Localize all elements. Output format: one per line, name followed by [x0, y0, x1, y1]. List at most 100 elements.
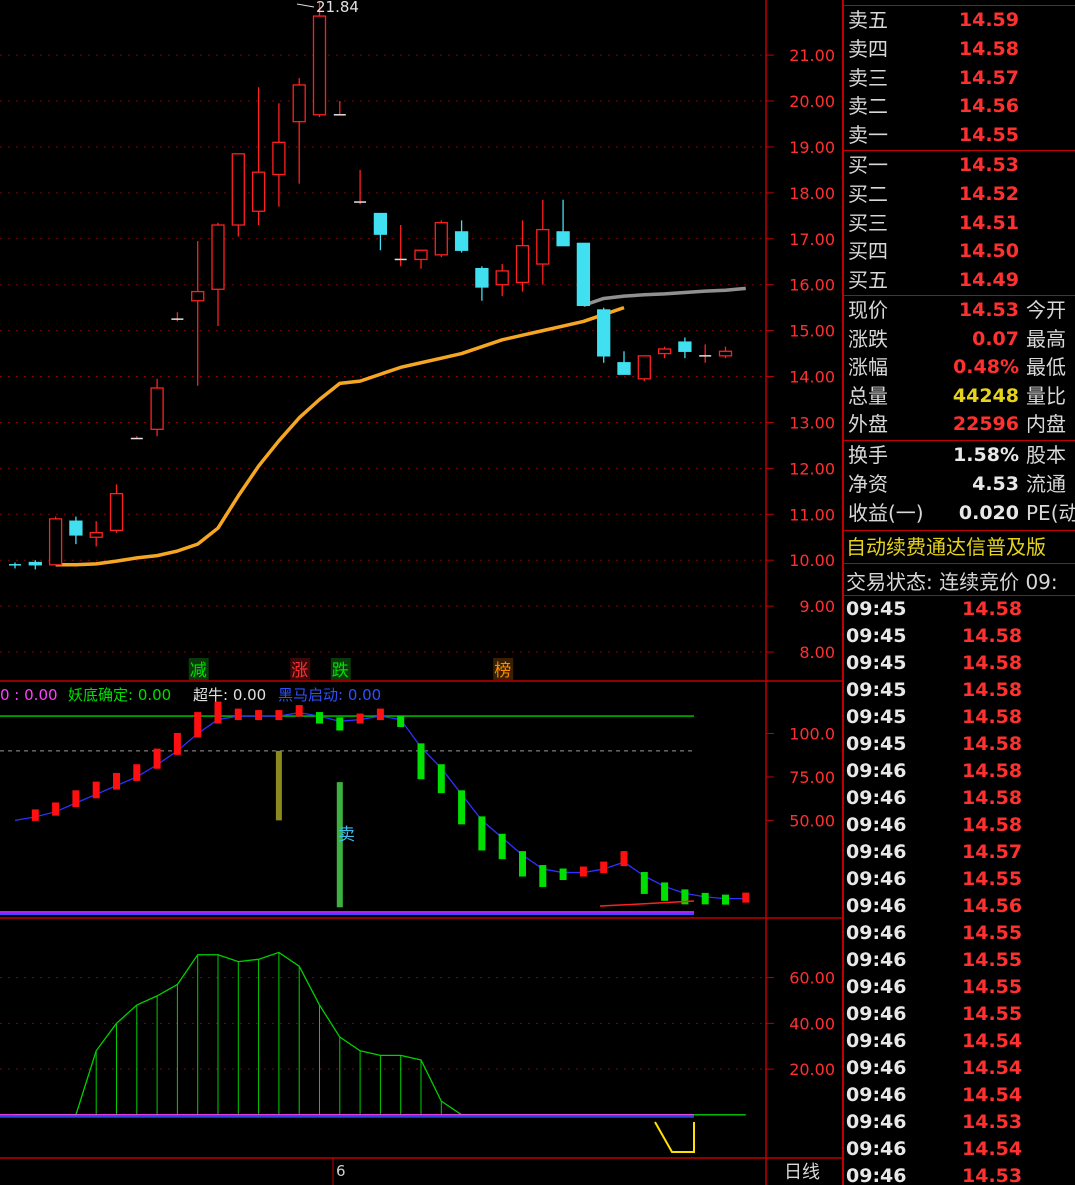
price-tick-label: 10.00 — [789, 551, 835, 570]
tick-row: 09:45 14.58 — [846, 623, 1075, 650]
tick-time: 09:46 — [846, 1003, 907, 1025]
tick-row: 09:46 14.56 — [846, 893, 1075, 920]
bid-row-label: 买四 — [848, 239, 888, 264]
bid-row-label: 买一 — [848, 153, 888, 177]
bid-row: 买二 14.52 — [848, 180, 1075, 209]
stat-row: 涨跌 0.07 最高 — [848, 325, 1075, 354]
tick-row: 09:46 14.54 — [846, 1028, 1075, 1055]
tick-time: 09:46 — [846, 922, 907, 944]
signal-marker: 涨 — [291, 661, 308, 681]
price-tick-label: 14.00 — [789, 368, 835, 387]
ind1-step-bar — [52, 802, 60, 816]
tick-row: 09:45 14.58 — [846, 650, 1075, 677]
tick-time: 09:46 — [846, 1084, 907, 1106]
tick-time: 09:46 — [846, 841, 907, 863]
tick-time: 09:45 — [846, 598, 907, 620]
stat-row-label2: 量比 — [1026, 383, 1066, 408]
stat-row-value: 44248 — [952, 384, 1019, 407]
ind1-step-bar — [437, 764, 445, 794]
candle[interactable] — [597, 307, 611, 363]
stat-row: 总量 44248 量比 — [848, 382, 1075, 411]
ind1-step-bar — [133, 764, 141, 781]
price-tick-label: 12.00 — [789, 459, 835, 478]
candle-body — [191, 290, 205, 302]
stat-row-value: 22596 — [952, 413, 1019, 436]
tick-row: 09:46 14.55 — [846, 866, 1075, 893]
tick-price: 14.55 — [962, 868, 1023, 890]
tick-price: 14.55 — [962, 1003, 1023, 1025]
stat-row-value: 1.58% — [953, 444, 1019, 466]
ind1-step-bar — [295, 705, 303, 717]
candle-body — [373, 212, 388, 235]
stat-row-label: 收益(一) — [848, 500, 924, 525]
ask-row: 卖三 14.57 — [848, 64, 1075, 93]
candle[interactable] — [48, 516, 63, 566]
ind1-step-bar — [742, 892, 750, 903]
candle-body — [211, 224, 225, 290]
stat-row-label2: 内盘 — [1026, 412, 1066, 437]
candle-body — [48, 518, 63, 566]
ind2-tick-label: 60.00 — [789, 969, 835, 988]
candle[interactable] — [576, 242, 591, 307]
tick-price: 14.58 — [962, 733, 1023, 755]
stat-row: 外盘 22596 内盘 — [848, 410, 1075, 439]
candle-body — [718, 350, 733, 357]
tick-row: 09:46 14.55 — [846, 947, 1075, 974]
ask-row-value: 14.57 — [958, 66, 1019, 89]
tick-price: 14.54 — [962, 1138, 1023, 1160]
price-tick-label: 16.00 — [789, 276, 835, 295]
bid-row-label: 买二 — [848, 181, 888, 206]
candle[interactable] — [231, 153, 245, 237]
bid-row-value: 14.53 — [958, 154, 1019, 176]
panel-divider — [844, 563, 1075, 564]
stat-row-label2: 今开 — [1026, 298, 1066, 322]
tick-row: 09:45 14.58 — [846, 731, 1075, 758]
legend-item: 黑马启动: 0.00 — [278, 686, 381, 704]
tick-row: 09:46 14.55 — [846, 920, 1075, 947]
tick-time: 09:46 — [846, 1165, 907, 1185]
ask-row-label: 卖二 — [848, 94, 888, 119]
ind2-tick-label: 20.00 — [789, 1060, 835, 1079]
price-tick-label: 21.00 — [789, 46, 835, 65]
ind1-tick-label: 50.00 — [789, 811, 835, 830]
tick-row: 09:46 14.54 — [846, 1055, 1075, 1082]
ind1-step-bar — [376, 708, 384, 721]
candle-body — [556, 231, 570, 247]
stat-row-label2: 最低 — [1026, 355, 1066, 380]
candle[interactable] — [150, 378, 164, 437]
ind1-step-bar — [356, 713, 364, 724]
price-tick-label: 17.00 — [789, 230, 835, 249]
ind1-step-bar — [72, 790, 80, 807]
candle[interactable] — [637, 355, 651, 382]
ind1-step-bar — [559, 868, 567, 881]
tick-time: 09:46 — [846, 1138, 907, 1160]
candle-body — [475, 267, 489, 288]
tick-time: 09:45 — [846, 733, 907, 755]
stat-row-label2: 最高 — [1026, 326, 1066, 351]
tick-row: 09:46 14.53 — [846, 1109, 1075, 1136]
period-label[interactable]: 日线 — [784, 1162, 820, 1183]
tick-price: 14.58 — [962, 814, 1023, 836]
ind1-step-bar — [600, 861, 608, 874]
bid-row: 买一 14.53 — [848, 151, 1075, 180]
kline-chart[interactable]: 21.00 20.00 19.00 18.00 17.00 16.00 15.00 14.00… — [0, 0, 842, 1185]
ind1-step-bar — [579, 866, 587, 877]
ind1-step-bar — [194, 712, 202, 738]
tick-row: 09:46 14.55 — [846, 1001, 1075, 1028]
tick-price: 14.55 — [962, 949, 1023, 971]
ask-row-label: 卖五 — [848, 8, 888, 32]
ind1-step-bar — [336, 717, 344, 731]
tick-row: 09:46 14.58 — [846, 758, 1075, 785]
candle-body — [109, 492, 124, 532]
candle[interactable] — [434, 220, 448, 258]
ask-row-value: 14.59 — [958, 9, 1019, 31]
candle[interactable] — [312, 2, 327, 118]
tick-time: 09:46 — [846, 949, 907, 971]
tick-time: 09:46 — [846, 1057, 907, 1079]
renewal-notice[interactable]: 自动续费通达信普及版 — [846, 531, 1046, 560]
tick-time: 09:45 — [846, 652, 907, 674]
candle-body — [89, 532, 103, 538]
ind1-step-bar — [722, 894, 729, 905]
price-tick-label: 18.00 — [789, 184, 835, 203]
stat-row-value: 14.53 — [958, 299, 1019, 321]
